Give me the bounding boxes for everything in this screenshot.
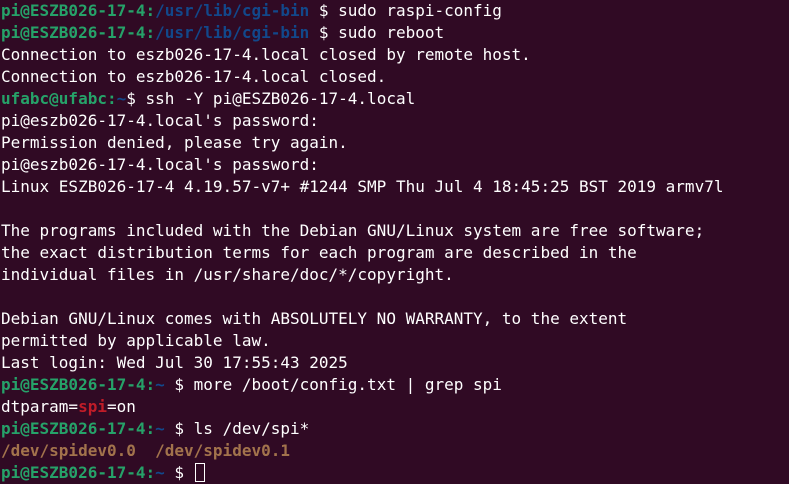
terminal-text-segment: /usr/lib/cgi-bin	[155, 1, 310, 20]
terminal-line: Permission denied, please try again.	[1, 132, 789, 154]
terminal-line: pi@ESZB026-17-4:~ $ more /boot/config.tx…	[1, 374, 789, 396]
terminal-text-segment: pi@ESZB026-17-4:	[1, 1, 156, 20]
terminal-text-segment: /dev/spidev0.0	[1, 441, 136, 460]
terminal-line: individual files in /usr/share/doc/*/cop…	[1, 264, 789, 286]
terminal-output[interactable]: pi@ESZB026-17-4:/usr/lib/cgi-bin $ sudo …	[0, 0, 789, 484]
terminal-line: Connection to eszb026-17-4.local closed …	[1, 44, 789, 66]
terminal-line: ufabc@ufabc:~$ ssh -Y pi@ESZB026-17-4.lo…	[1, 88, 789, 110]
terminal-line: Linux ESZB026-17-4 4.19.57-v7+ #1244 SMP…	[1, 176, 789, 198]
terminal-text-segment: Connection to eszb026-17-4.local closed …	[1, 45, 531, 64]
terminal-line: permitted by applicable law.	[1, 330, 789, 352]
terminal-text-segment: Debian GNU/Linux comes with ABSOLUTELY N…	[1, 309, 628, 328]
terminal-text-segment: permitted by applicable law.	[1, 331, 271, 350]
terminal-text-segment: $ more /boot/config.txt | grep spi	[164, 375, 502, 394]
text-cursor	[194, 463, 205, 482]
terminal-line: pi@ESZB026-17-4:~ $ ls /dev/spi*	[1, 418, 789, 440]
terminal-text-segment: ~	[155, 419, 165, 438]
terminal-text-segment: pi@ESZB026-17-4:	[1, 375, 156, 394]
terminal-text-segment: spi	[78, 397, 107, 416]
terminal-line: Connection to eszb026-17-4.local closed.	[1, 66, 789, 88]
terminal-line: /dev/spidev0.0 /dev/spidev0.1	[1, 440, 789, 462]
terminal-text-segment: pi@ESZB026-17-4:	[1, 23, 156, 42]
terminal-line: The programs included with the Debian GN…	[1, 220, 789, 242]
terminal-text-segment: $ ssh -Y pi@ESZB026-17-4.local	[126, 89, 416, 108]
terminal-text-segment: Linux ESZB026-17-4 4.19.57-v7+ #1244 SMP…	[1, 177, 724, 196]
terminal-text-segment: pi@eszb026-17-4.local's password:	[1, 111, 319, 130]
terminal-text-segment: The programs included with the Debian GN…	[1, 221, 705, 240]
terminal-text-segment: ~	[155, 375, 165, 394]
terminal-line: Last login: Wed Jul 30 17:55:43 2025	[1, 352, 789, 374]
terminal-text-segment: $ ls /dev/spi*	[164, 419, 310, 438]
terminal-text-segment: /usr/lib/cgi-bin	[155, 23, 310, 42]
terminal-line: pi@eszb026-17-4.local's password:	[1, 154, 789, 176]
terminal-text-segment: ~	[116, 89, 127, 108]
terminal-text-segment: =on	[106, 397, 136, 416]
terminal-text-segment: ~	[155, 463, 165, 482]
terminal-text-segment: the exact distribution terms for each pr…	[1, 243, 637, 262]
terminal-line: the exact distribution terms for each pr…	[1, 242, 789, 264]
terminal-line: Debian GNU/Linux comes with ABSOLUTELY N…	[1, 308, 789, 330]
terminal-line: dtparam=spi=on	[1, 396, 789, 418]
terminal-text-segment: $ sudo raspi-config	[309, 1, 502, 20]
terminal-line: pi@ESZB026-17-4:/usr/lib/cgi-bin $ sudo …	[1, 22, 789, 44]
terminal-line: pi@ESZB026-17-4:~ $	[1, 462, 789, 484]
terminal-line: pi@ESZB026-17-4:/usr/lib/cgi-bin $ sudo …	[1, 0, 789, 22]
terminal-text-segment: dtparam=	[1, 397, 79, 416]
terminal-text-segment: pi@ESZB026-17-4:	[1, 463, 156, 482]
terminal-text-segment: Connection to eszb026-17-4.local closed.	[1, 67, 387, 86]
terminal-text-segment: individual files in /usr/share/doc/*/cop…	[1, 265, 454, 284]
terminal-text-segment: Last login: Wed Jul 30 17:55:43 2025	[1, 353, 348, 372]
terminal-text-segment: ufabc@ufabc:	[1, 89, 117, 108]
terminal-text-segment: $	[164, 463, 194, 482]
terminal-text-segment: pi@eszb026-17-4.local's password:	[1, 155, 319, 174]
terminal-text-segment: /dev/spidev0.1	[155, 441, 290, 460]
terminal-text-segment: pi@ESZB026-17-4:	[1, 419, 156, 438]
terminal-text-segment: $ sudo reboot	[309, 23, 445, 42]
terminal-text-segment: Permission denied, please try again.	[1, 133, 348, 152]
terminal-line: pi@eszb026-17-4.local's password:	[1, 110, 789, 132]
